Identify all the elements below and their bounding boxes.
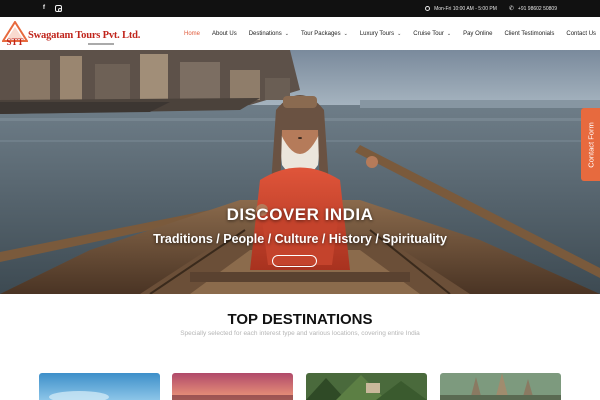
nav-contact-us[interactable]: Contact Us	[566, 31, 596, 37]
chevron-down-icon: ⌄	[446, 30, 452, 37]
contact-info: Mon-Fri 10:00 AM - 5:00 PM ✆ +91 98602 5…	[425, 5, 557, 12]
facebook-icon[interactable]: f	[40, 4, 48, 12]
nav-home[interactable]: Home	[184, 31, 200, 37]
nav-tour-packages[interactable]: Tour Packages ⌄	[301, 31, 348, 37]
site-logo[interactable]: STT Swagatam Tours Pvt. Ltd.	[2, 21, 140, 47]
section-title: TOP DESTINATIONS	[227, 311, 373, 328]
destination-card[interactable]	[39, 373, 160, 400]
nav-cruise-tour[interactable]: Cruise Tour ⌄	[413, 31, 451, 37]
main-navbar: STT Swagatam Tours Pvt. Ltd. Home About …	[0, 17, 600, 50]
contact-form-tab[interactable]: Contact Form	[581, 108, 600, 181]
destination-image-beach	[39, 373, 160, 400]
phone-icon: ✆	[508, 6, 514, 12]
top-info-bar: f Mon-Fri 10:00 AM - 5:00 PM ✆ +91 98602…	[0, 0, 600, 17]
hero-subtitle: Traditions / People / Culture / History …	[153, 232, 447, 246]
destination-image-forest	[306, 373, 427, 400]
contact-form-label: Contact Form	[586, 121, 595, 168]
nav-client-testimonials[interactable]: Client Testimonials	[504, 31, 554, 37]
brand-name: Swagatam Tours Pvt. Ltd.	[28, 30, 141, 41]
destination-card[interactable]	[306, 373, 427, 400]
logo-tagline-mark	[88, 43, 114, 45]
destination-image-temple	[440, 373, 561, 400]
chevron-down-icon: ⌄	[343, 30, 348, 37]
business-hours-text: Mon-Fri 10:00 AM - 5:00 PM	[434, 5, 497, 12]
nav-pay-online[interactable]: Pay Online	[463, 31, 492, 37]
chevron-down-icon: ⌄	[284, 30, 289, 37]
nav-about-us[interactable]: About Us	[212, 31, 237, 37]
hero-banner: DISCOVER INDIA Traditions / People / Cul…	[0, 50, 600, 294]
logo-mark-icon: STT	[2, 21, 28, 47]
hero-title: DISCOVER INDIA	[226, 205, 374, 224]
phone-number-text[interactable]: +91 98602 50809	[518, 6, 557, 12]
section-subtitle: Specially selected for each interest typ…	[180, 330, 420, 337]
nav-luxury-tours[interactable]: Luxury Tours ⌄	[360, 31, 401, 37]
nav-destinations[interactable]: Destinations ⌄	[249, 31, 289, 37]
primary-menu: Home About Us Destinations ⌄ Tour Package…	[184, 17, 596, 50]
destination-image-sunset	[172, 373, 293, 400]
clock-icon	[425, 6, 431, 11]
destination-card[interactable]	[172, 373, 293, 400]
business-hours: Mon-Fri 10:00 AM - 5:00 PM	[425, 6, 497, 12]
instagram-icon[interactable]	[55, 5, 62, 12]
destination-cards	[39, 373, 561, 400]
logo-initials: STT	[6, 37, 23, 47]
hero-cta-button[interactable]	[272, 255, 317, 267]
destination-card[interactable]	[440, 373, 561, 400]
phone-number[interactable]: ✆ +91 98602 50809	[508, 5, 557, 13]
chevron-down-icon: ⌄	[397, 30, 402, 37]
social-links: f	[40, 4, 62, 12]
